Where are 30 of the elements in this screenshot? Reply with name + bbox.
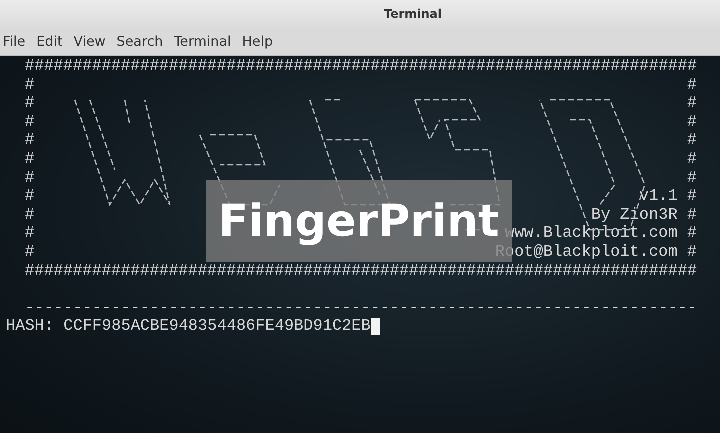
- banner-edge: #: [25, 112, 35, 132]
- separator-line: ----------------------------------------------------------------------: [25, 298, 698, 318]
- banner-edge: #: [25, 76, 35, 94]
- banner-edge: #: [25, 168, 35, 188]
- menu-item[interactable]: Edit: [36, 34, 63, 50]
- banner-edge: #: [25, 206, 35, 224]
- menu-item[interactable]: View: [74, 34, 106, 50]
- banner-border: ######################################################################: [25, 57, 698, 76]
- banner-edge: #: [25, 131, 35, 150]
- banner-text: #: [687, 76, 697, 94]
- banner-text: By Zion3R #: [591, 206, 697, 224]
- banner-edge: #: [25, 187, 35, 206]
- menu-item[interactable]: File: [3, 34, 26, 50]
- banner-text: #: [687, 168, 697, 188]
- window-title: Terminal: [384, 7, 442, 21]
- hash-output: HASH: CCFF985ACBE948354486FE49BD91C2EB: [6, 317, 371, 336]
- menu-item[interactable]: Search: [116, 34, 164, 50]
- banner-edge: #: [25, 242, 35, 262]
- banner-border: ######################################################################: [25, 262, 698, 280]
- banner-text: #: [687, 94, 697, 113]
- banner-text: #: [687, 112, 697, 132]
- menu-item[interactable]: Terminal: [174, 34, 232, 50]
- menu-item[interactable]: Help: [242, 34, 274, 50]
- banner-edge: #: [25, 224, 35, 243]
- banner-text: v1.1 #: [639, 187, 697, 206]
- banner-edge: #: [25, 150, 35, 169]
- banner-edge: #: [25, 94, 35, 113]
- banner-text: www.Blackploit.com #: [504, 224, 697, 243]
- banner-text: #: [687, 150, 697, 169]
- banner-text: #: [687, 131, 697, 150]
